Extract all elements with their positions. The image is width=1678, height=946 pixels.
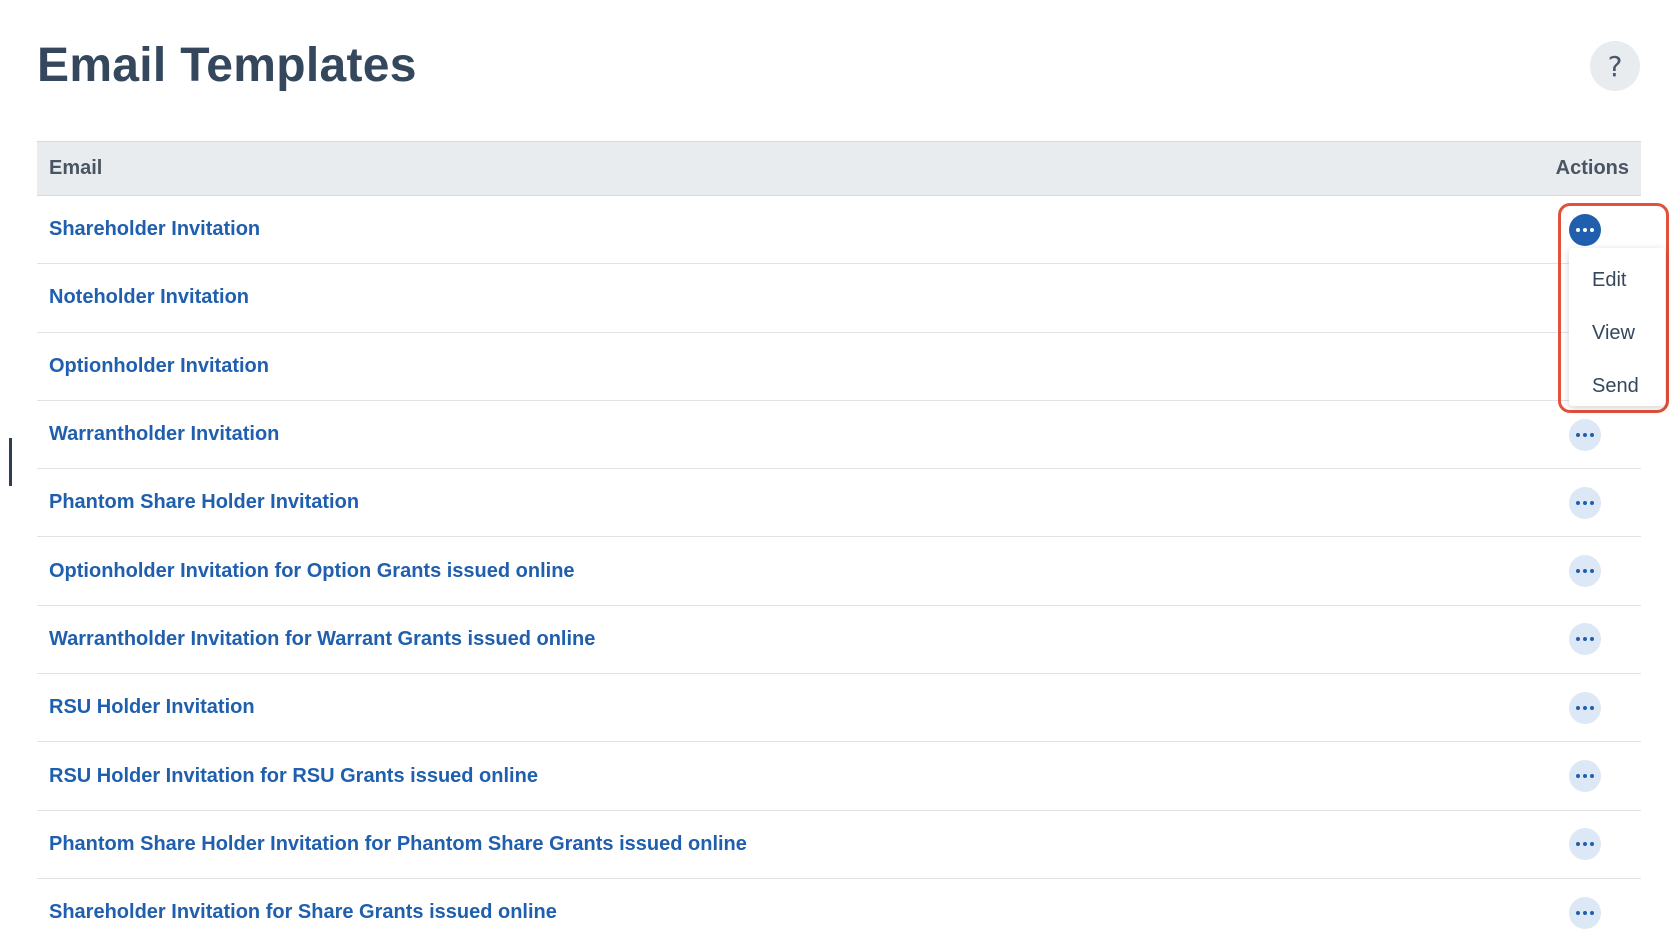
table-row: Phantom Share Holder Invitation: [37, 469, 1641, 538]
menu-item-send[interactable]: Send: [1569, 360, 1665, 413]
ellipsis-dot-icon: [1590, 500, 1594, 505]
ellipsis-dot-icon: [1576, 432, 1580, 437]
table-row: Noteholder Invitation: [37, 264, 1641, 333]
table-body: Shareholder Invitation Noteholder Invitat…: [37, 196, 1641, 946]
ellipsis-dot-icon: [1590, 432, 1594, 437]
ellipsis-dot-icon: [1583, 432, 1587, 437]
template-link[interactable]: Shareholder Invitation: [49, 218, 260, 241]
help-icon: ?: [1607, 49, 1623, 83]
template-link[interactable]: RSU Holder Invitation for RSU Grants iss…: [49, 765, 538, 788]
row-actions-button[interactable]: [1569, 486, 1601, 519]
ellipsis-dot-icon: [1576, 842, 1580, 847]
table-row: Optionholder Invitation for Option Grant…: [37, 537, 1641, 606]
table-header: Email Actions: [37, 141, 1641, 196]
template-link[interactable]: Phantom Share Holder Invitation: [49, 491, 359, 514]
ellipsis-dot-icon: [1590, 569, 1594, 574]
table-row: Shareholder Invitation: [37, 196, 1641, 265]
actions-dropdown-menu: Edit View Send: [1569, 248, 1665, 406]
ellipsis-dot-icon: [1583, 227, 1587, 232]
template-link[interactable]: Warrantholder Invitation for Warrant Gra…: [49, 628, 595, 651]
ellipsis-dot-icon: [1583, 569, 1587, 574]
ellipsis-dot-icon: [1576, 774, 1580, 779]
column-header-actions: Actions: [1555, 157, 1629, 179]
ellipsis-dot-icon: [1590, 774, 1594, 779]
template-link[interactable]: Optionholder Invitation for Option Grant…: [49, 560, 575, 583]
ellipsis-dot-icon: [1576, 910, 1580, 915]
template-link[interactable]: Optionholder Invitation: [49, 355, 269, 378]
column-header-email: Email: [49, 157, 103, 179]
table-row: RSU Holder Invitation for RSU Grants iss…: [37, 742, 1641, 811]
menu-item-edit[interactable]: Edit: [1569, 254, 1665, 307]
ellipsis-dot-icon: [1576, 637, 1580, 642]
table-row: Shareholder Invitation for Share Grants …: [37, 879, 1641, 946]
ellipsis-dot-icon: [1590, 637, 1594, 642]
email-templates-table: Email Actions Shareholder Invitation Note…: [37, 141, 1641, 946]
row-actions-button[interactable]: [1569, 418, 1601, 451]
ellipsis-dot-icon: [1590, 227, 1594, 232]
table-row: Warrantholder Invitation: [37, 401, 1641, 470]
template-link[interactable]: Warrantholder Invitation: [49, 423, 279, 446]
table-row: Warrantholder Invitation for Warrant Gra…: [37, 606, 1641, 675]
row-actions-button[interactable]: [1569, 760, 1601, 793]
table-row: Optionholder Invitation: [37, 333, 1641, 401]
ellipsis-dot-icon: [1590, 910, 1594, 915]
template-link[interactable]: Noteholder Invitation: [49, 286, 249, 309]
ellipsis-dot-icon: [1583, 637, 1587, 642]
left-edge-marker: [9, 438, 12, 486]
template-link[interactable]: Shareholder Invitation for Share Grants …: [49, 901, 557, 924]
ellipsis-dot-icon: [1583, 500, 1587, 505]
email-templates-page: Email Templates ? Email Actions Sharehol…: [0, 0, 1678, 946]
ellipsis-dot-icon: [1576, 569, 1580, 574]
row-actions-button[interactable]: [1569, 828, 1601, 861]
row-actions-button[interactable]: [1569, 213, 1601, 246]
ellipsis-dot-icon: [1576, 500, 1580, 505]
row-actions-button[interactable]: [1569, 555, 1601, 588]
template-link[interactable]: Phantom Share Holder Invitation for Phan…: [49, 833, 747, 856]
row-actions-button[interactable]: [1569, 691, 1601, 724]
ellipsis-dot-icon: [1576, 705, 1580, 710]
row-actions-button[interactable]: [1569, 896, 1601, 929]
page-title: Email Templates: [37, 39, 417, 92]
menu-item-view[interactable]: View: [1569, 307, 1665, 360]
ellipsis-dot-icon: [1590, 842, 1594, 847]
ellipsis-dot-icon: [1583, 774, 1587, 779]
ellipsis-dot-icon: [1590, 705, 1594, 710]
table-row: RSU Holder Invitation: [37, 674, 1641, 743]
template-link[interactable]: RSU Holder Invitation: [49, 696, 255, 719]
row-actions-button[interactable]: [1569, 623, 1601, 656]
ellipsis-dot-icon: [1583, 910, 1587, 915]
ellipsis-dot-icon: [1576, 227, 1580, 232]
ellipsis-dot-icon: [1583, 705, 1587, 710]
help-button[interactable]: ?: [1590, 41, 1640, 91]
ellipsis-dot-icon: [1583, 842, 1587, 847]
table-row: Phantom Share Holder Invitation for Phan…: [37, 811, 1641, 879]
